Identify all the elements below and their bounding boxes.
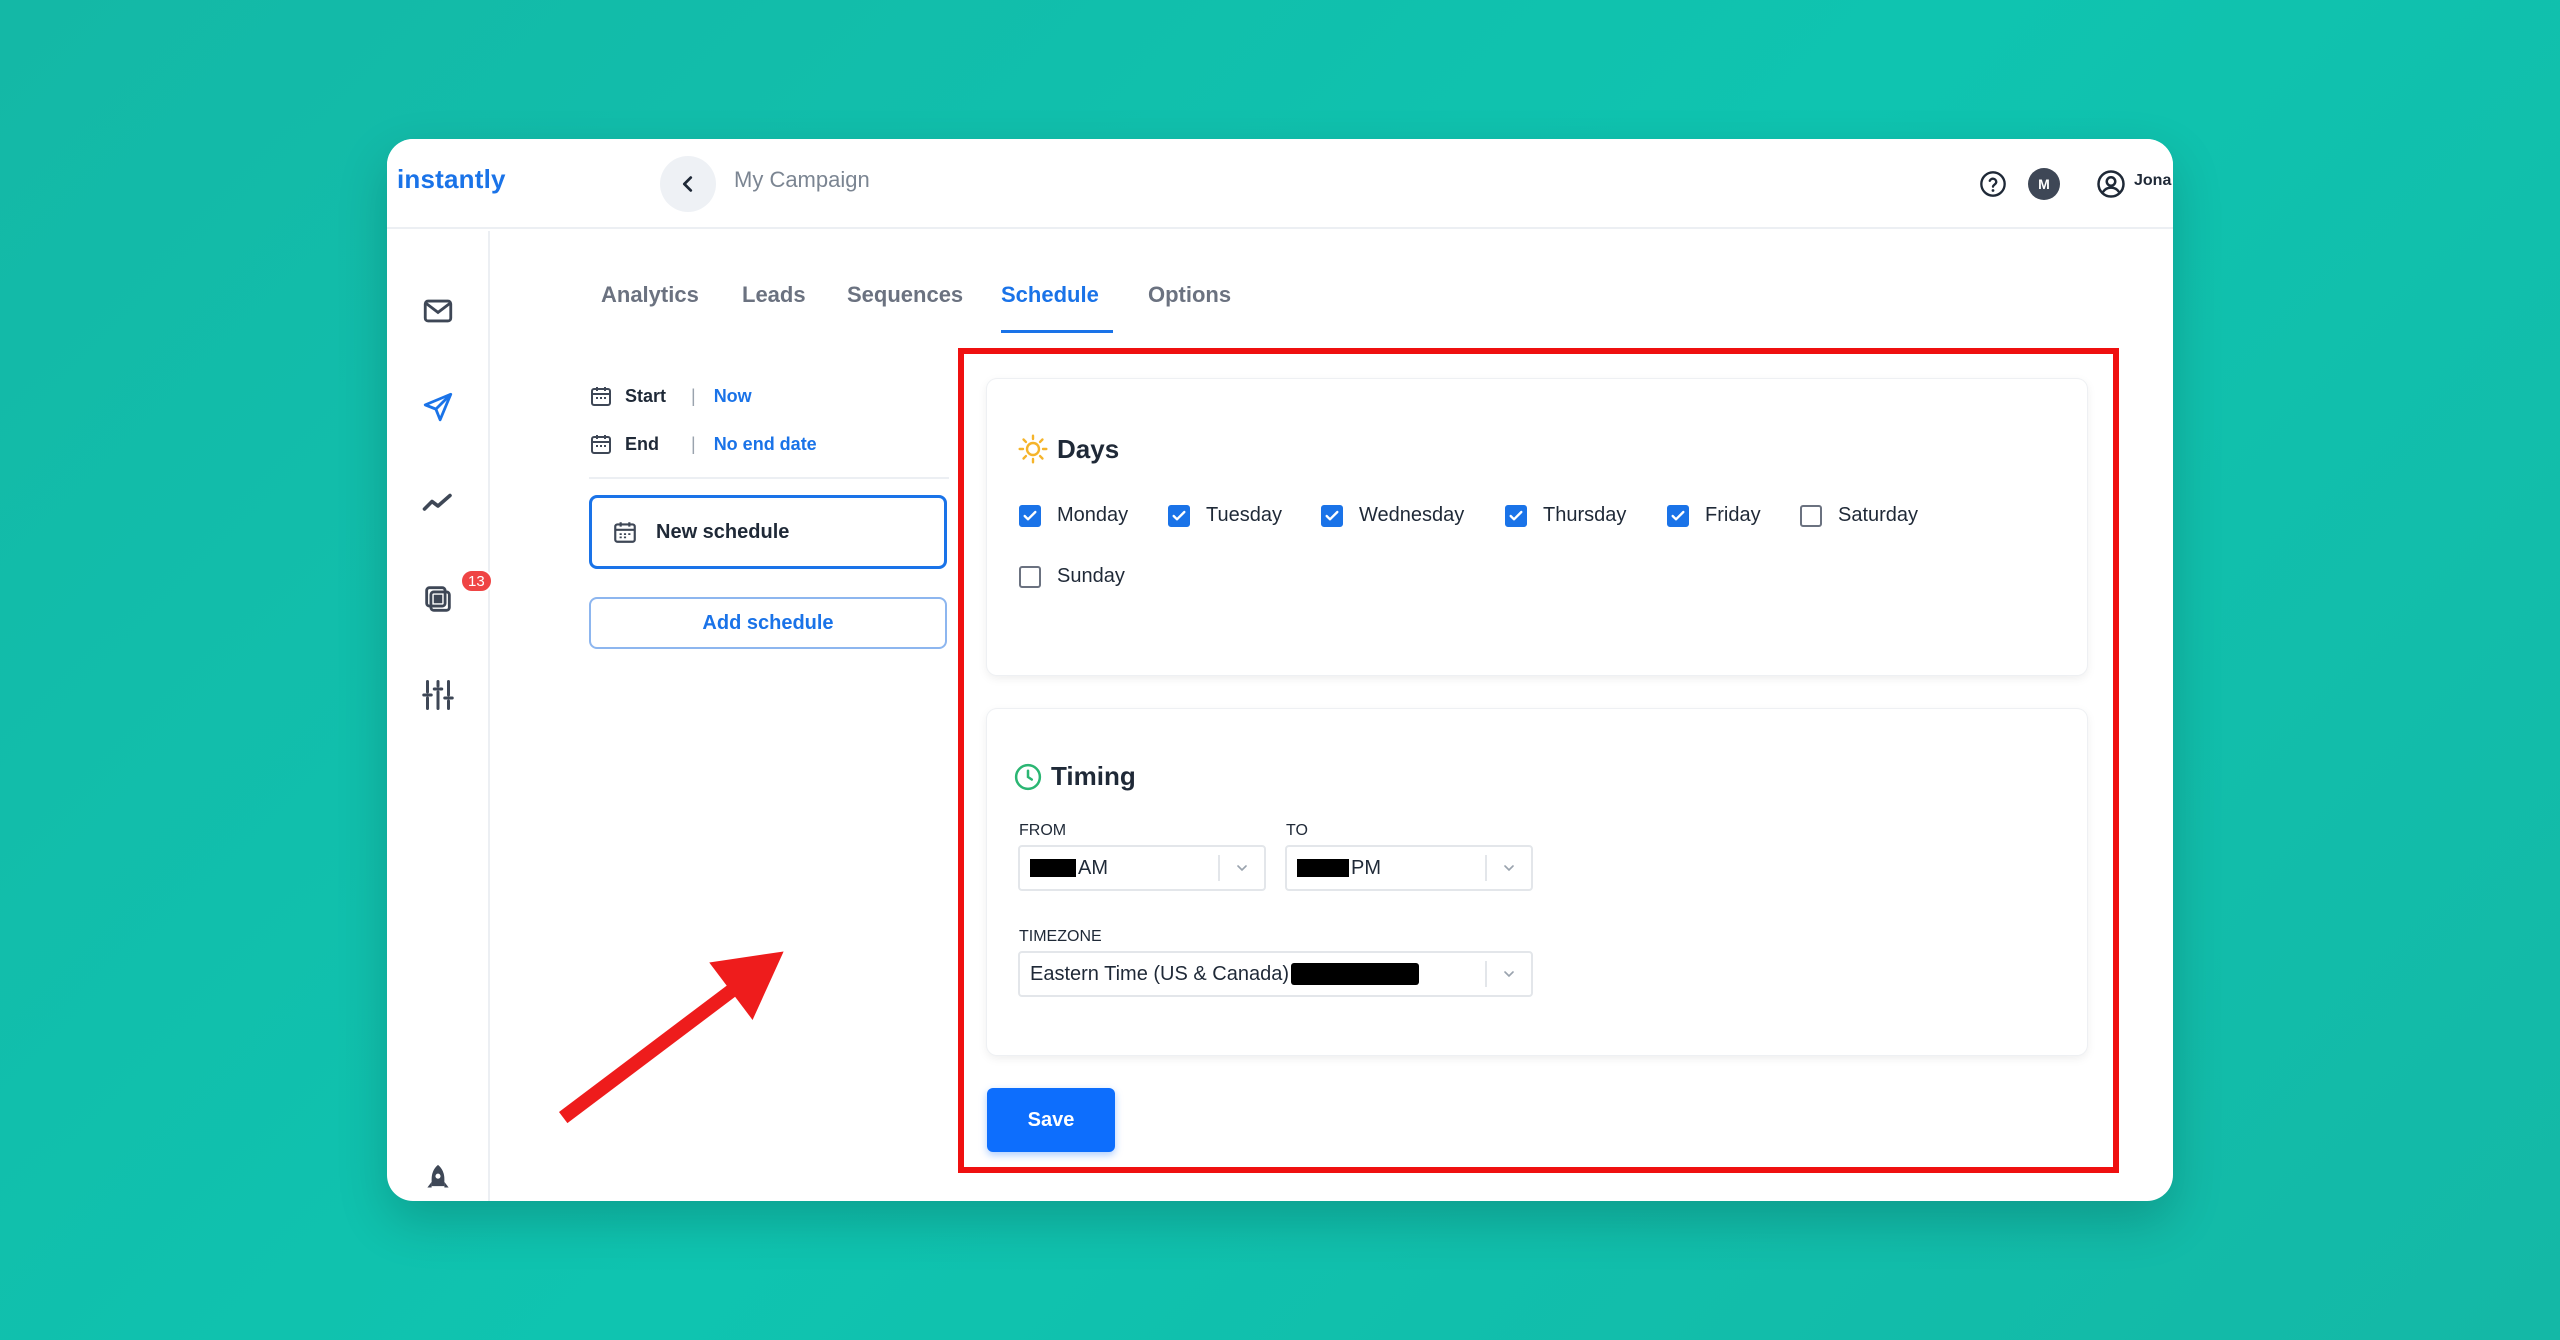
checkbox-wednesday[interactable] — [1321, 504, 1343, 527]
timing-title-text: Timing — [1051, 761, 1136, 791]
check-icon — [1325, 510, 1339, 520]
help-icon[interactable] — [1971, 162, 2015, 206]
mail-icon[interactable] — [414, 287, 462, 335]
day-label: Monday — [1057, 504, 1129, 526]
back-button[interactable] — [660, 156, 716, 212]
from-select[interactable]: AM — [1018, 845, 1266, 891]
day-tuesday[interactable]: Tuesday — [1168, 504, 1282, 527]
logo[interactable]: instantly — [397, 164, 506, 195]
timezone-caret[interactable] — [1485, 961, 1531, 987]
start-row: Start | Now — [589, 381, 752, 411]
redacted-value — [1291, 963, 1419, 985]
to-select[interactable]: PM — [1285, 845, 1533, 891]
save-button[interactable]: Save — [987, 1088, 1115, 1152]
copy-icon[interactable]: 13 — [414, 569, 493, 623]
schedule-item[interactable]: New schedule — [589, 495, 947, 569]
end-label: End — [625, 433, 659, 454]
sun-icon — [1018, 434, 1048, 464]
to-label: TO — [1286, 822, 1308, 839]
day-label: Sunday — [1057, 565, 1125, 587]
analytics-icon[interactable] — [414, 479, 462, 527]
sliders-icon[interactable] — [414, 671, 462, 719]
checkbox-saturday[interactable] — [1800, 504, 1822, 527]
day-thursday[interactable]: Thursday — [1505, 504, 1626, 527]
days-card: Days Monday Tuesday Wednesday Thursday F… — [987, 379, 2087, 675]
day-sunday[interactable]: Sunday — [1019, 565, 1125, 588]
day-friday[interactable]: Friday — [1667, 504, 1761, 527]
redacted-value — [1030, 859, 1076, 877]
top-bar: instantly My Campaign M Jona — [387, 139, 2173, 229]
avatar[interactable]: M — [2028, 168, 2060, 200]
days-title: Days — [1017, 433, 1119, 465]
timing-title: Timing — [1013, 761, 1136, 792]
to-value-suffix: PM — [1351, 856, 1381, 879]
day-label: Thursday — [1543, 504, 1627, 526]
notification-badge: 13 — [460, 569, 493, 593]
timezone-label: TIMEZONE — [1019, 928, 1102, 945]
checkbox-sunday[interactable] — [1019, 565, 1041, 588]
chevron-down-icon — [1504, 865, 1514, 872]
sidebar: 13 — [387, 231, 493, 1201]
to-caret[interactable] — [1485, 855, 1531, 881]
start-label: Start — [625, 385, 667, 406]
tab-leads[interactable]: Leads — [742, 282, 806, 330]
checkbox-monday[interactable] — [1019, 504, 1041, 527]
check-icon — [1023, 510, 1037, 520]
user-icon[interactable] — [2089, 162, 2133, 206]
timezone-value: Eastern Time (US & Canada) — [1030, 962, 1289, 985]
chevron-left-icon — [682, 176, 693, 192]
chevron-down-icon — [1237, 865, 1247, 872]
tab-schedule[interactable]: Schedule — [1001, 282, 1113, 333]
check-icon — [1671, 510, 1685, 520]
day-saturday[interactable]: Saturday — [1800, 504, 1918, 527]
calendar-icon — [614, 522, 636, 543]
schedule-item-label: New schedule — [656, 520, 790, 543]
add-schedule-button[interactable]: Add schedule — [589, 597, 947, 649]
redacted-value — [1297, 859, 1349, 877]
day-label: Wednesday — [1359, 504, 1465, 526]
calendar-icon — [591, 387, 611, 406]
user-name[interactable]: Jona — [2134, 172, 2171, 190]
breadcrumb: My Campaign — [734, 167, 870, 192]
rocket-icon[interactable] — [414, 1155, 462, 1201]
tab-analytics[interactable]: Analytics — [601, 282, 699, 330]
timezone-select[interactable]: Eastern Time (US & Canada) — [1018, 951, 1533, 997]
annotation-arrow-icon — [553, 945, 792, 1129]
from-label: FROM — [1019, 822, 1067, 839]
checkbox-friday[interactable] — [1667, 504, 1689, 527]
check-icon — [1172, 510, 1186, 520]
divider — [589, 477, 949, 479]
checkbox-thursday[interactable] — [1505, 504, 1527, 527]
clock-icon — [1014, 763, 1042, 790]
day-monday[interactable]: Monday — [1019, 504, 1128, 527]
send-icon[interactable] — [414, 383, 462, 431]
calendar-icon — [591, 435, 611, 454]
start-value[interactable]: Now — [714, 386, 752, 407]
end-row: End | No end date — [589, 429, 817, 459]
day-label: Friday — [1705, 504, 1761, 526]
from-caret[interactable] — [1218, 855, 1264, 881]
days-title-text: Days — [1057, 433, 1120, 464]
end-value[interactable]: No end date — [714, 434, 817, 455]
from-value-suffix: AM — [1078, 856, 1108, 879]
tab-sequences[interactable]: Sequences — [847, 282, 963, 330]
checkbox-tuesday[interactable] — [1168, 504, 1190, 527]
timing-card: Timing FROM AM TO PM TIMEZONE Eastern Ti… — [987, 709, 2087, 1055]
day-wednesday[interactable]: Wednesday — [1321, 504, 1464, 527]
day-label: Tuesday — [1206, 504, 1282, 526]
chevron-down-icon — [1504, 971, 1514, 978]
check-icon — [1509, 510, 1523, 520]
tab-options[interactable]: Options — [1148, 282, 1231, 330]
day-label: Saturday — [1838, 504, 1919, 526]
